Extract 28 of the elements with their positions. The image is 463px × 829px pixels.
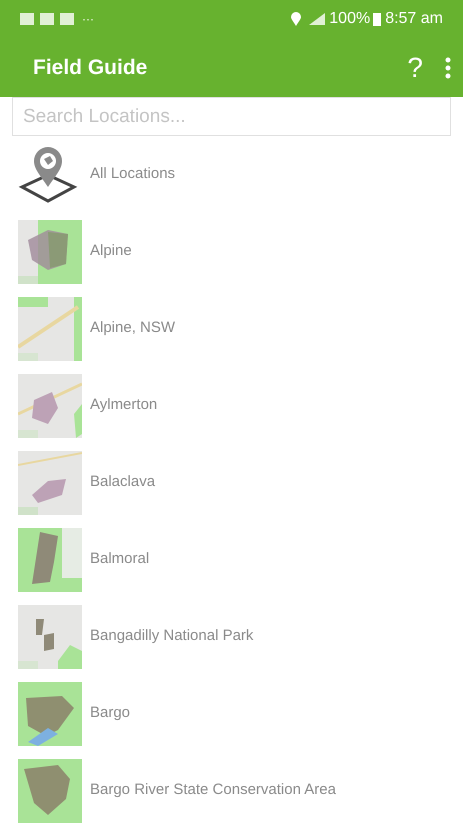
- location-name: Bangadilly National Park: [90, 626, 254, 646]
- location-item[interactable]: Bangadilly National Park: [0, 598, 463, 675]
- location-item[interactable]: Balmoral: [0, 521, 463, 598]
- location-name: Alpine: [90, 241, 132, 262]
- location-name: Bargo: [90, 703, 130, 724]
- search-field[interactable]: Search Locations...: [12, 97, 451, 136]
- location-name: All Locations: [90, 164, 176, 184]
- location-item[interactable]: Balaclava: [0, 444, 463, 521]
- location-item[interactable]: Bargo: [0, 675, 463, 752]
- location-icon: [291, 12, 302, 26]
- location-name: Balmoral: [90, 549, 150, 570]
- signal-icon: [309, 13, 326, 26]
- help-button[interactable]: ?: [397, 46, 433, 89]
- battery-level: 100%: [329, 9, 370, 30]
- more-options-icon[interactable]: [445, 56, 451, 79]
- location-item[interactable]: Alpine, NSW: [0, 290, 463, 367]
- location-item[interactable]: All Locations: [0, 136, 463, 213]
- location-name: Aylmerton: [90, 395, 158, 416]
- more-notifications: ···: [82, 11, 94, 28]
- app-title: Field Guide: [33, 55, 148, 82]
- location-name: Balaclava: [90, 472, 156, 492]
- location-item[interactable]: Alpine: [0, 213, 463, 290]
- location-name: Bargo River State Conservation Area: [90, 780, 336, 800]
- battery-icon: [373, 12, 382, 26]
- location-name: Alpine, NSW: [90, 318, 176, 338]
- clock: 8:57 am: [385, 9, 443, 30]
- location-item[interactable]: Aylmerton: [0, 367, 463, 444]
- location-item[interactable]: Bargo River State Conservation Area: [0, 752, 463, 829]
